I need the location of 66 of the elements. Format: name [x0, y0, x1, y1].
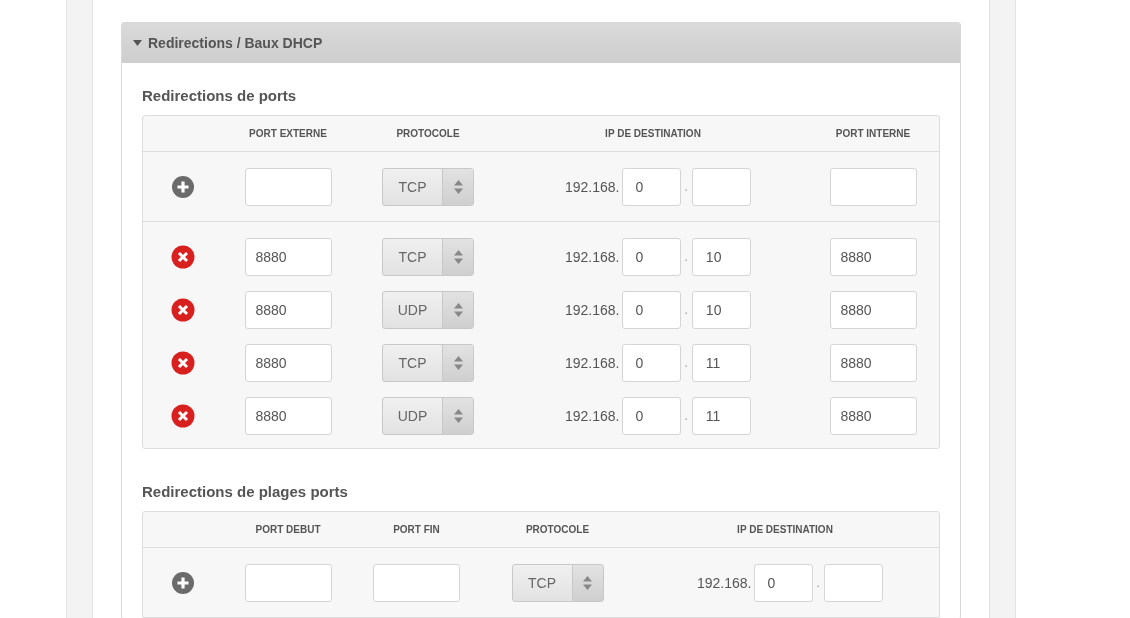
panel-title: Redirections / Baux DHCP — [148, 35, 323, 51]
input-field[interactable] — [829, 167, 917, 206]
column-header: IP DE DESTINATION — [604, 128, 702, 139]
up-down-arrows-icon — [583, 575, 592, 590]
up-down-arrows-icon — [453, 408, 463, 423]
column-header: PROTOCOLE — [395, 128, 461, 139]
input-field[interactable]: 8880 — [829, 396, 917, 435]
input-field[interactable] — [373, 563, 460, 602]
input-field[interactable]: 0 — [621, 237, 681, 276]
up-down-arrows-icon — [453, 355, 463, 370]
protocol-select[interactable]: UDP — [382, 290, 474, 329]
ip-separator: . — [684, 302, 688, 317]
protocol-select[interactable]: TCP — [382, 237, 474, 276]
input-field[interactable]: 8880 — [244, 343, 332, 382]
protocol-select[interactable]: UDP — [382, 396, 474, 435]
up-down-arrows-icon — [453, 302, 463, 317]
ip-prefix: 192.168. — [565, 354, 620, 371]
input-field[interactable]: 8880 — [829, 237, 917, 276]
add-icon[interactable] — [172, 175, 194, 198]
ip-prefix: 192.168. — [697, 574, 752, 591]
delete-icon[interactable] — [171, 403, 195, 428]
input-field[interactable]: 11 — [691, 343, 751, 382]
input-field[interactable]: 8880 — [244, 237, 332, 276]
input-field[interactable]: 8880 — [829, 290, 917, 329]
input-field[interactable]: 11 — [691, 396, 751, 435]
column-header: PORT INTERNE — [834, 128, 912, 139]
ip-separator: . — [684, 179, 688, 194]
protocol-select[interactable]: TCP — [382, 167, 474, 206]
input-field[interactable]: 8880 — [829, 343, 917, 382]
up-down-arrows-icon — [453, 249, 463, 264]
ip-separator: . — [816, 575, 820, 590]
section-title: Redirections de plages ports — [142, 483, 349, 500]
add-icon[interactable] — [172, 571, 194, 594]
column-header: PORT DEBUT — [254, 524, 322, 535]
ip-separator: . — [684, 408, 688, 423]
delete-icon[interactable] — [171, 350, 195, 375]
section-title: Redirections de ports — [142, 87, 298, 104]
input-field[interactable] — [244, 563, 332, 602]
ip-prefix: 192.168. — [565, 407, 620, 424]
column-header: IP DE DESTINATION — [736, 524, 834, 535]
input-field[interactable]: 0 — [621, 167, 681, 206]
input-field[interactable]: 8880 — [244, 396, 332, 435]
input-field[interactable]: 8880 — [244, 290, 332, 329]
input-field[interactable]: 0 — [621, 343, 681, 382]
protocol-select[interactable]: TCP — [382, 343, 474, 382]
input-field[interactable]: 0 — [621, 396, 681, 435]
input-field[interactable]: 0 — [753, 563, 813, 602]
delete-icon[interactable] — [171, 244, 195, 269]
ip-prefix: 192.168. — [565, 301, 620, 318]
delete-icon[interactable] — [171, 297, 195, 322]
column-header: PORT FIN — [392, 524, 441, 535]
ip-prefix: 192.168. — [565, 248, 620, 265]
ip-separator: . — [684, 249, 688, 264]
column-header: PORT EXTERNE — [248, 128, 328, 139]
input-field[interactable]: 0 — [621, 290, 681, 329]
protocol-select[interactable]: TCP — [511, 563, 604, 602]
up-down-arrows-icon — [453, 179, 463, 194]
ip-separator: . — [684, 355, 688, 370]
ip-prefix: 192.168. — [565, 178, 620, 195]
input-field[interactable] — [691, 167, 751, 206]
column-header: PROTOCOLE — [524, 524, 591, 535]
panel-header[interactable]: Redirections / Baux DHCP — [122, 23, 960, 63]
input-field[interactable] — [823, 563, 883, 602]
input-field[interactable]: 10 — [691, 290, 751, 329]
input-field[interactable] — [244, 167, 332, 206]
input-field[interactable]: 10 — [691, 237, 751, 276]
